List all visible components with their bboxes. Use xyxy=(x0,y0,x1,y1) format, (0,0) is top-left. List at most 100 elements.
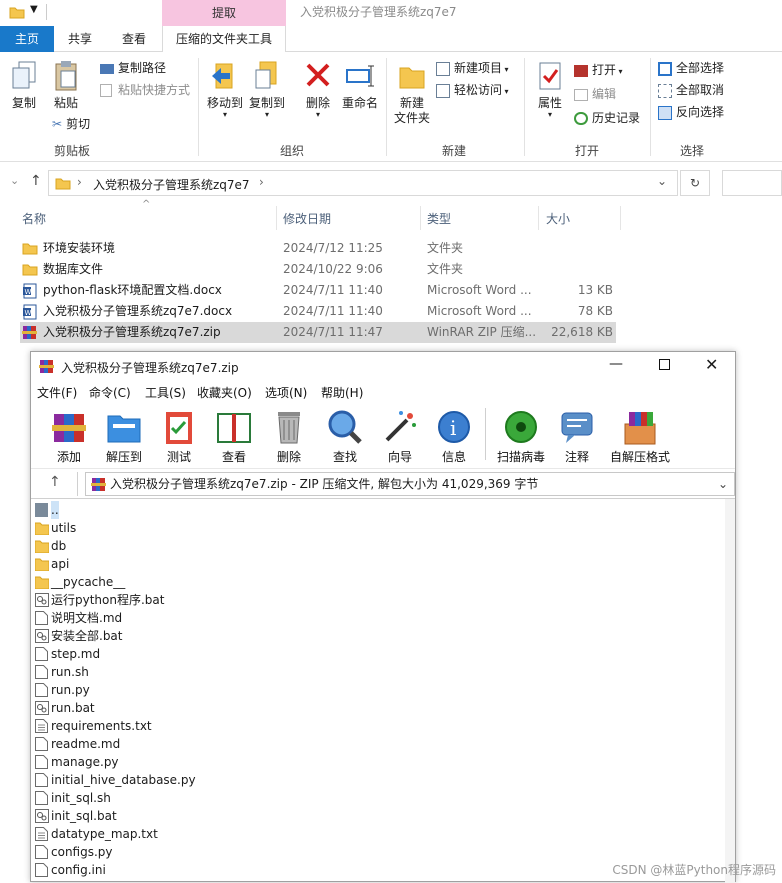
folder-icon xyxy=(22,241,38,255)
divider xyxy=(77,472,78,496)
move-to-button[interactable]: 移动到 ▾ xyxy=(204,60,246,119)
address-bar[interactable]: › 入党积极分子管理系统zq7e7 › ⌄ xyxy=(48,170,678,196)
sfx-button[interactable]: 自解压格式 xyxy=(607,408,673,449)
menu-tools[interactable]: 工具(S) xyxy=(145,382,186,404)
wizard-button[interactable]: 向导 xyxy=(374,408,426,449)
find-label: 查找 xyxy=(319,448,371,465)
edit-button[interactable]: 编辑 xyxy=(574,86,616,102)
navigation-bar: ⌄ ↑ › 入党积极分子管理系统zq7e7 › ⌄ ↻ xyxy=(0,168,782,198)
paste-shortcut-label: 粘贴快捷方式 xyxy=(118,83,190,97)
winrar-delete-button[interactable]: 删除 xyxy=(263,408,315,449)
file-row-selected[interactable]: 入党积极分子管理系统zq7e7.zip 2024/7/11 11:47 WinR… xyxy=(20,322,616,343)
tab-share[interactable]: 共享 xyxy=(54,26,106,52)
up-folder-icon[interactable]: ↑ xyxy=(49,474,61,490)
winrar-toolbar: 添加 解压到 测试 查看 删除 查找 向导 i 信息 xyxy=(31,404,735,466)
ribbon-context-extract[interactable]: 提取 xyxy=(162,0,286,26)
column-header-date[interactable]: 修改日期 xyxy=(283,210,331,227)
group-label-new: 新建 xyxy=(422,142,486,159)
properties-label: 属性 xyxy=(530,96,570,111)
delete-label: 删除 xyxy=(298,96,338,111)
copy-to-label: 复制到 xyxy=(246,96,288,111)
archive-entry-name: config.ini xyxy=(51,861,106,879)
new-item-button[interactable]: 新建项目 ▾ xyxy=(436,60,509,78)
virus-scan-label: 扫描病毒 xyxy=(493,448,549,465)
new-folder-button[interactable]: 新建 文件夹 xyxy=(390,60,434,126)
group-label-select: 选择 xyxy=(660,142,724,159)
chevron-down-icon: ⌄ xyxy=(718,473,728,495)
virus-scan-button[interactable]: 扫描病毒 xyxy=(493,408,549,449)
open-button[interactable]: 打开 ▾ xyxy=(574,62,623,80)
menu-favorites[interactable]: 收藏夹(O) xyxy=(197,382,252,404)
close-icon[interactable]: ✕ xyxy=(705,355,718,374)
comment-button[interactable]: 注释 xyxy=(551,408,603,449)
dropdown-arrow-icon: ▾ xyxy=(616,67,623,76)
rename-button[interactable]: 重命名 xyxy=(340,60,380,111)
menu-options[interactable]: 选项(N) xyxy=(265,382,307,404)
view-button[interactable]: 查看 xyxy=(208,408,260,449)
file-type: WinRAR ZIP 压缩... xyxy=(427,322,535,343)
copy-path-label: 复制路径 xyxy=(118,61,166,75)
menu-commands[interactable]: 命令(C) xyxy=(89,382,131,404)
refresh-button[interactable]: ↻ xyxy=(680,170,710,196)
file-row[interactable]: 环境安装环境 2024/7/12 11:25 文件夹 xyxy=(20,238,616,259)
minimize-icon[interactable]: — xyxy=(609,356,623,372)
select-none-button[interactable]: 全部取消 xyxy=(658,82,724,98)
search-input[interactable] xyxy=(722,170,782,196)
divider xyxy=(420,206,421,230)
dropdown-arrow-icon: ▾ xyxy=(298,111,338,119)
archive-path-text: 入党积极分子管理系统zq7e7.zip - ZIP 压缩文件, 解包大小为 41… xyxy=(110,477,538,491)
history-button[interactable]: 历史记录 xyxy=(574,110,640,126)
file-icon xyxy=(35,647,48,661)
scrollbar[interactable] xyxy=(725,499,735,883)
properties-button[interactable]: 属性 ▾ xyxy=(530,60,570,119)
paste-button[interactable]: 粘贴 xyxy=(46,60,86,111)
select-all-button[interactable]: 全部选择 xyxy=(658,60,724,76)
copy-path-button[interactable]: 复制路径 xyxy=(100,60,166,76)
easy-access-button[interactable]: 轻松访问 ▾ xyxy=(436,82,509,100)
recent-locations-chevron-icon[interactable]: ⌄ xyxy=(10,174,19,187)
find-button[interactable]: 查找 xyxy=(319,408,371,449)
refresh-icon: ↻ xyxy=(690,176,700,190)
column-header-size[interactable]: 大小 xyxy=(546,210,570,227)
delete-button[interactable]: 删除 ▾ xyxy=(298,60,338,119)
info-button[interactable]: i 信息 xyxy=(428,408,480,449)
address-dropdown-icon[interactable]: ⌄ xyxy=(657,174,667,188)
explorer-title-bar: ▼ 提取 入党积极分子管理系统zq7e7 xyxy=(0,0,782,26)
breadcrumb-current[interactable]: 入党积极分子管理系统zq7e7 xyxy=(93,176,250,193)
archive-path-dropdown[interactable]: 入党积极分子管理系统zq7e7.zip - ZIP 压缩文件, 解包大小为 41… xyxy=(85,472,735,496)
add-button[interactable]: 添加 xyxy=(43,408,95,449)
menu-file[interactable]: 文件(F) xyxy=(37,382,77,404)
tab-compressed-folder-tools[interactable]: 压缩的文件夹工具 xyxy=(162,26,286,52)
test-button[interactable]: 测试 xyxy=(153,408,205,449)
file-row[interactable]: W python-flask环境配置文档.docx 2024/7/11 11:4… xyxy=(20,280,616,301)
tab-home[interactable]: 主页 xyxy=(0,26,54,52)
file-name: 环境安装环境 xyxy=(43,238,115,259)
archive-entry-name: configs.py xyxy=(51,843,113,861)
parent-folder-icon xyxy=(35,503,48,517)
breadcrumb-separator-icon[interactable]: › xyxy=(259,175,264,189)
archive-entry-name: 运行python程序.bat xyxy=(51,591,164,609)
paste-shortcut-button[interactable]: 粘贴快捷方式 xyxy=(100,82,190,98)
file-row[interactable]: 数据库文件 2024/10/22 9:06 文件夹 xyxy=(20,259,616,280)
column-header-name[interactable]: 名称 xyxy=(22,210,46,227)
invert-selection-button[interactable]: 反向选择 xyxy=(658,104,724,120)
file-size: 13 KB xyxy=(540,280,613,301)
new-item-icon xyxy=(436,62,450,76)
file-date: 2024/7/12 11:25 xyxy=(283,238,383,259)
copy-to-button[interactable]: 复制到 ▾ xyxy=(246,60,288,119)
copy-button[interactable]: 复制 xyxy=(4,60,44,111)
up-arrow-icon[interactable]: ↑ xyxy=(30,173,42,189)
extract-to-button[interactable]: 解压到 xyxy=(98,408,150,449)
quick-access-dropdown-icon[interactable]: ▼ xyxy=(30,4,38,15)
archive-entry-name: run.py xyxy=(51,681,90,699)
maximize-icon[interactable] xyxy=(659,359,670,370)
archive-entry-name: __pycache__ xyxy=(51,573,125,591)
column-header-type[interactable]: 类型 xyxy=(427,210,451,227)
info-label: 信息 xyxy=(428,448,480,465)
menu-help[interactable]: 帮助(H) xyxy=(321,382,363,404)
cut-button[interactable]: ✂剪切 xyxy=(52,116,90,132)
new-folder-label: 新建 文件夹 xyxy=(390,96,434,126)
file-row[interactable]: W 入党积极分子管理系统zq7e7.docx 2024/7/11 11:40 M… xyxy=(20,301,616,322)
archive-entry-name: requirements.txt xyxy=(51,717,152,735)
tab-view[interactable]: 查看 xyxy=(106,26,162,52)
